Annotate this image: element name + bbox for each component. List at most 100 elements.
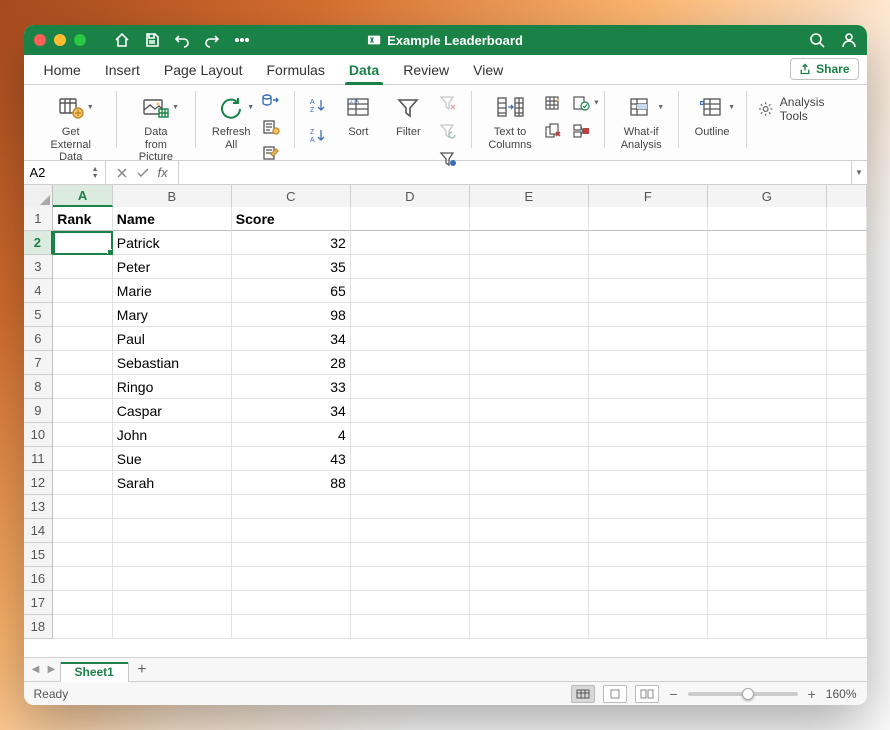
remove-duplicates-icon[interactable] (542, 121, 564, 141)
cell[interactable]: Sue (113, 447, 232, 471)
get-external-data-button[interactable]: ▼ Get External Data (38, 91, 104, 166)
row-header[interactable]: 14 (24, 519, 54, 543)
cell[interactable] (113, 543, 232, 567)
cell[interactable] (351, 327, 470, 351)
cell[interactable] (708, 591, 827, 615)
row-header[interactable]: 15 (24, 543, 54, 567)
cell[interactable] (708, 327, 827, 351)
name-box-stepper[interactable]: ▲▼ (92, 166, 99, 180)
cell[interactable] (589, 375, 708, 399)
cell[interactable] (708, 447, 827, 471)
cell[interactable] (827, 591, 867, 615)
cell[interactable] (470, 207, 589, 231)
cell[interactable] (470, 423, 589, 447)
cell[interactable] (232, 615, 351, 639)
cell[interactable] (351, 351, 470, 375)
cell[interactable]: Mary (113, 303, 232, 327)
cell[interactable] (53, 231, 113, 255)
share-button[interactable]: Share (790, 58, 858, 80)
cell[interactable] (708, 279, 827, 303)
cell[interactable] (53, 495, 113, 519)
tab-home[interactable]: Home (32, 56, 93, 84)
row-header[interactable]: 5 (24, 303, 54, 327)
cell[interactable] (113, 495, 232, 519)
row-header[interactable]: 1 (24, 207, 54, 231)
what-if-analysis-button[interactable]: ▼ What-if Analysis (617, 91, 666, 153)
connections-icon[interactable] (260, 91, 282, 111)
spreadsheet-grid[interactable]: A B C D E F G 1RankNameScore2Patrick323P… (24, 185, 867, 657)
cell[interactable] (351, 375, 470, 399)
cell[interactable] (589, 207, 708, 231)
row-header[interactable]: 18 (24, 615, 54, 639)
row-header[interactable]: 3 (24, 255, 54, 279)
cell[interactable] (589, 519, 708, 543)
formula-expand-icon[interactable]: ▼ (851, 161, 867, 184)
row-header[interactable]: 11 (24, 447, 54, 471)
properties-icon[interactable] (260, 117, 282, 137)
cell[interactable] (589, 495, 708, 519)
view-normal-button[interactable] (571, 685, 595, 703)
cell[interactable] (53, 543, 113, 567)
view-page-break-button[interactable] (635, 685, 659, 703)
row-header[interactable]: 7 (24, 351, 54, 375)
column-header-C[interactable]: C (232, 185, 351, 207)
cancel-formula-icon[interactable] (116, 167, 128, 179)
home-icon[interactable] (114, 32, 130, 48)
cell[interactable] (113, 567, 232, 591)
cell[interactable] (53, 519, 113, 543)
filter-button[interactable]: Filter (387, 91, 429, 141)
cell[interactable]: John (113, 423, 232, 447)
cell[interactable] (470, 495, 589, 519)
cell[interactable] (708, 207, 827, 231)
cell[interactable] (589, 327, 708, 351)
row-header[interactable]: 4 (24, 279, 54, 303)
tab-review[interactable]: Review (391, 56, 461, 84)
cell[interactable] (827, 375, 867, 399)
cell[interactable] (351, 567, 470, 591)
fullscreen-window-button[interactable] (74, 34, 86, 46)
add-sheet-button[interactable]: + (129, 661, 155, 679)
zoom-in-button[interactable]: + (806, 686, 818, 702)
tab-view[interactable]: View (461, 56, 515, 84)
row-header[interactable]: 13 (24, 495, 54, 519)
edit-links-icon[interactable] (260, 143, 282, 163)
cell[interactable]: 28 (232, 351, 351, 375)
cell[interactable]: 4 (232, 423, 351, 447)
column-header-overflow[interactable] (827, 185, 867, 207)
select-all-corner[interactable] (24, 185, 54, 207)
cell[interactable] (470, 255, 589, 279)
row-header[interactable]: 9 (24, 399, 54, 423)
cell[interactable] (232, 519, 351, 543)
cell[interactable]: Sarah (113, 471, 232, 495)
cell[interactable]: 34 (232, 399, 351, 423)
cell[interactable] (351, 207, 470, 231)
sheet-nav-prev[interactable]: ◀ (28, 664, 44, 675)
cell[interactable] (589, 399, 708, 423)
account-icon[interactable] (841, 32, 857, 48)
sheet-tab-1[interactable]: Sheet1 (60, 662, 129, 682)
outline-button[interactable]: ▼ Outline (691, 91, 734, 141)
cell[interactable] (827, 519, 867, 543)
cell[interactable] (351, 495, 470, 519)
cell[interactable] (351, 255, 470, 279)
cell[interactable] (351, 519, 470, 543)
cell[interactable] (53, 591, 113, 615)
cell[interactable]: 65 (232, 279, 351, 303)
cell[interactable] (232, 591, 351, 615)
cell[interactable] (708, 255, 827, 279)
cell[interactable] (589, 615, 708, 639)
cell[interactable] (470, 591, 589, 615)
column-header-D[interactable]: D (351, 185, 470, 207)
cell[interactable] (232, 495, 351, 519)
cell[interactable] (470, 471, 589, 495)
cell[interactable] (470, 399, 589, 423)
cell[interactable]: Rank (53, 207, 113, 231)
cell[interactable] (470, 279, 589, 303)
cell[interactable] (708, 375, 827, 399)
cell[interactable] (351, 303, 470, 327)
cell[interactable] (470, 303, 589, 327)
cell[interactable]: 35 (232, 255, 351, 279)
cell[interactable] (708, 495, 827, 519)
tab-page-layout[interactable]: Page Layout (152, 56, 255, 84)
cell[interactable] (827, 231, 867, 255)
